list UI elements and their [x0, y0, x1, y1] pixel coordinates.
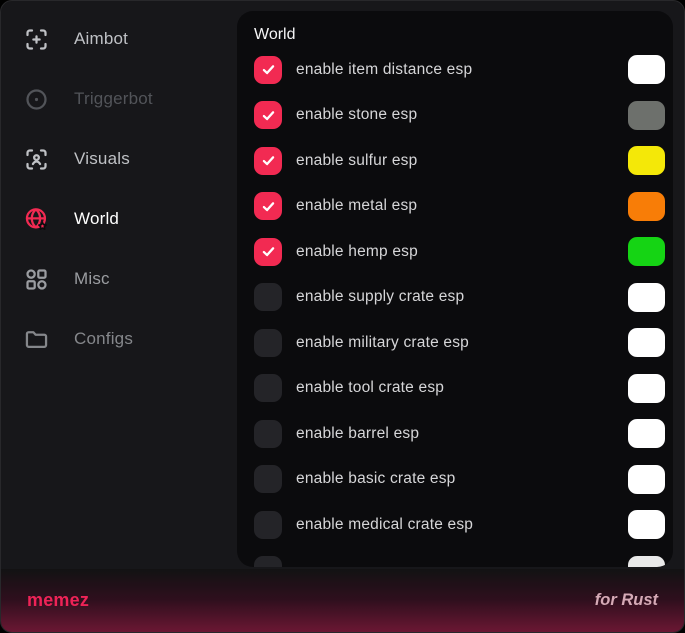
esp-row: enable sulfur esp: [237, 138, 673, 184]
esp-row: enable supply crate esp: [237, 275, 673, 321]
panel-title: World: [237, 25, 673, 47]
esp-row-label: enable basic crate esp: [296, 470, 456, 488]
sidebar-item-configs[interactable]: Configs: [1, 309, 237, 369]
esp-row-label: enable tool crate esp: [296, 379, 444, 397]
esp-rows: enable item distance esp enable stone es…: [237, 47, 673, 567]
esp-color-swatch[interactable]: [628, 465, 665, 494]
visuals-scan-icon: [23, 146, 50, 173]
esp-row: enable barrel esp: [237, 411, 673, 457]
esp-row-label: enable stone esp: [296, 106, 417, 124]
esp-color-swatch[interactable]: [628, 283, 665, 312]
esp-color-swatch[interactable]: [628, 146, 665, 175]
esp-row: enable stone esp: [237, 93, 673, 139]
cheat-menu-window: Aimbot Triggerbot Visuals World Misc Con…: [0, 0, 685, 633]
esp-row-label: enable medical crate esp: [296, 516, 473, 534]
esp-checkbox[interactable]: [254, 465, 282, 493]
esp-checkbox[interactable]: [254, 238, 282, 266]
misc-shapes-icon: [23, 266, 50, 293]
esp-row: enable item distance esp: [237, 47, 673, 93]
aimbot-crosshair-icon: [23, 26, 50, 53]
esp-checkbox[interactable]: [254, 511, 282, 539]
esp-row: enable medical crate esp: [237, 502, 673, 548]
esp-row-label: enable supply crate esp: [296, 288, 464, 306]
esp-color-swatch[interactable]: [628, 374, 665, 403]
esp-checkbox[interactable]: [254, 420, 282, 448]
esp-checkbox[interactable]: [254, 101, 282, 129]
esp-row: enable metal esp: [237, 184, 673, 230]
esp-checkbox[interactable]: [254, 283, 282, 311]
esp-row-label: enable metal esp: [296, 197, 417, 215]
esp-row-label: enable hemp esp: [296, 243, 418, 261]
esp-row: [237, 548, 673, 568]
brand-logo: memez: [27, 590, 89, 611]
esp-color-swatch[interactable]: [628, 556, 665, 567]
esp-row-label: enable military crate esp: [296, 334, 469, 352]
world-globe-icon: [23, 206, 50, 233]
sidebar-item-triggerbot[interactable]: Triggerbot: [1, 69, 237, 129]
esp-color-swatch[interactable]: [628, 192, 665, 221]
configs-folder-icon: [23, 326, 50, 353]
footer: memez for Rust: [1, 569, 684, 632]
esp-row: enable basic crate esp: [237, 457, 673, 503]
esp-row-label: enable item distance esp: [296, 61, 472, 79]
triggerbot-target-icon: [23, 86, 50, 113]
world-panel: World enable item distance esp enable st…: [237, 11, 673, 567]
sidebar-item-aimbot[interactable]: Aimbot: [1, 9, 237, 69]
esp-color-swatch[interactable]: [628, 237, 665, 266]
esp-checkbox[interactable]: [254, 329, 282, 357]
esp-color-swatch[interactable]: [628, 328, 665, 357]
sidebar-item-visuals[interactable]: Visuals: [1, 129, 237, 189]
esp-row: enable military crate esp: [237, 320, 673, 366]
esp-color-swatch[interactable]: [628, 101, 665, 130]
esp-checkbox[interactable]: [254, 147, 282, 175]
sidebar-item-world[interactable]: World: [1, 189, 237, 249]
esp-checkbox[interactable]: [254, 192, 282, 220]
footer-tagline: for Rust: [595, 591, 658, 610]
esp-checkbox[interactable]: [254, 556, 282, 567]
esp-color-swatch[interactable]: [628, 510, 665, 539]
esp-row: enable hemp esp: [237, 229, 673, 275]
sidebar-item-misc[interactable]: Misc: [1, 249, 237, 309]
esp-color-swatch[interactable]: [628, 55, 665, 84]
sidebar: Aimbot Triggerbot Visuals World Misc Con…: [1, 1, 237, 571]
esp-row-label: enable barrel esp: [296, 425, 419, 443]
esp-row: enable tool crate esp: [237, 366, 673, 412]
esp-checkbox[interactable]: [254, 56, 282, 84]
esp-color-swatch[interactable]: [628, 419, 665, 448]
esp-checkbox[interactable]: [254, 374, 282, 402]
esp-row-label: enable sulfur esp: [296, 152, 417, 170]
